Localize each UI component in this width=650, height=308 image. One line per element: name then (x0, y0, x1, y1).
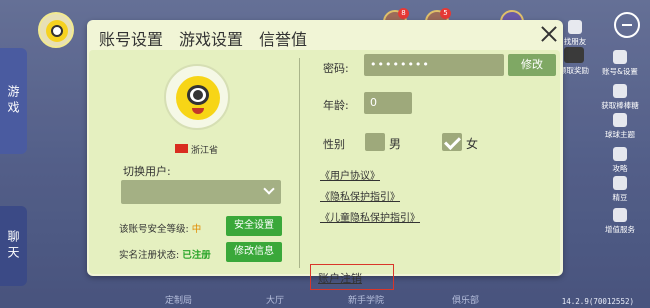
chevron-down-icon (263, 183, 275, 195)
user-agreement-link[interactable]: 《用户协议》 (320, 167, 380, 182)
lollipop-button[interactable]: 获取棒棒糖 (592, 84, 648, 111)
nav-lobby[interactable]: 大厅 (266, 293, 284, 306)
switch-user-label: 切换用户: (123, 165, 171, 178)
nav-academy[interactable]: 新手学院 (348, 293, 384, 306)
badge-count: 5 (440, 8, 451, 19)
theme-label: 球球主题 (605, 130, 635, 139)
version-label: 14.2.9(70012552) (561, 297, 634, 306)
menu-icon[interactable] (614, 12, 640, 38)
book-icon (613, 147, 627, 161)
guide-button[interactable]: 攻略 (592, 147, 648, 174)
beans-button[interactable]: 精豆 (592, 176, 648, 203)
monster-eye (51, 25, 63, 37)
security-level-label: 该账号安全等级: (119, 224, 189, 235)
privacy-policy-link[interactable]: 《隐私保护指引》 (320, 188, 400, 203)
vip-services-label: 增值服务 (605, 225, 635, 234)
account-settings-button[interactable]: 账号&设置 (592, 50, 648, 77)
monster-pupil (193, 90, 203, 100)
realname-status-value: 已注册 (182, 250, 211, 261)
password-label: 密码: (323, 62, 349, 75)
beans-label: 精豆 (612, 193, 628, 202)
age-field[interactable]: 0 (364, 92, 412, 114)
find-friends-button[interactable]: 找朋友 (560, 20, 590, 47)
male-label: 男 (389, 137, 402, 151)
password-field[interactable]: •••••••• (364, 54, 504, 76)
security-settings-button[interactable]: 安全设置 (226, 216, 282, 236)
realname-status-row: 实名注册状态: 已注册 (119, 247, 211, 261)
female-checkbox[interactable] (442, 133, 462, 151)
change-password-button[interactable]: 修改 (508, 54, 556, 76)
account-settings-label: 账号&设置 (602, 67, 638, 76)
switch-user-dropdown[interactable] (121, 180, 281, 204)
badge-count: 8 (398, 8, 409, 19)
theme-button[interactable]: 球球主题 (592, 113, 648, 140)
close-icon[interactable] (539, 24, 559, 44)
account-cancel-link[interactable]: 账户注销 (318, 270, 362, 286)
account-settings-dialog: 账号设置 游戏设置 信誉值 浙江省 切换用户: 该账号安全等级: 中 安全设置 … (87, 20, 563, 290)
lollipop-label: 获取棒棒糖 (601, 101, 639, 110)
right-sidebar: 找朋友 账号&设置 获取棒棒糖 球球主题 攻略 精豆 增值服务 (564, 0, 650, 308)
china-flag-icon (175, 144, 188, 153)
nav-custom[interactable]: 定制局 (165, 293, 192, 306)
vip-services-button[interactable]: 增值服务 (592, 208, 648, 235)
lollipop-icon (613, 84, 627, 98)
theme-icon (613, 113, 627, 127)
chat-icon (613, 176, 627, 190)
female-label: 女 (466, 137, 479, 151)
avatar-reward-label: 领取奖励 (559, 66, 589, 75)
profile-avatar[interactable] (164, 64, 230, 130)
left-tab-game[interactable]: 游戏 (0, 48, 27, 154)
guide-label: 攻略 (612, 164, 628, 173)
male-checkbox[interactable] (365, 133, 385, 151)
child-privacy-policy-link[interactable]: 《儿童隐私保护指引》 (320, 209, 420, 224)
security-level-value: 中 (191, 224, 202, 235)
avatar[interactable] (38, 12, 74, 48)
column-divider (299, 58, 300, 268)
nav-club[interactable]: 俱乐部 (452, 293, 479, 306)
gear-icon (613, 50, 627, 64)
vip-icon (613, 208, 627, 222)
gender-label: 性别 (323, 138, 345, 151)
province-label: 浙江省 (191, 146, 219, 156)
friends-icon (568, 20, 582, 34)
modify-info-button[interactable]: 修改信息 (226, 242, 282, 262)
reward-avatar-icon (564, 47, 584, 63)
left-tab-chat[interactable]: 聊天 (0, 206, 27, 286)
find-friends-label: 找朋友 (563, 37, 587, 46)
security-level-row: 该账号安全等级: 中 (119, 221, 201, 235)
age-label: 年龄: (323, 99, 349, 112)
realname-status-label: 实名注册状态: (119, 250, 180, 261)
settings-panel: 浙江省 切换用户: 该账号安全等级: 中 安全设置 实名注册状态: 已注册 修改… (89, 50, 560, 290)
